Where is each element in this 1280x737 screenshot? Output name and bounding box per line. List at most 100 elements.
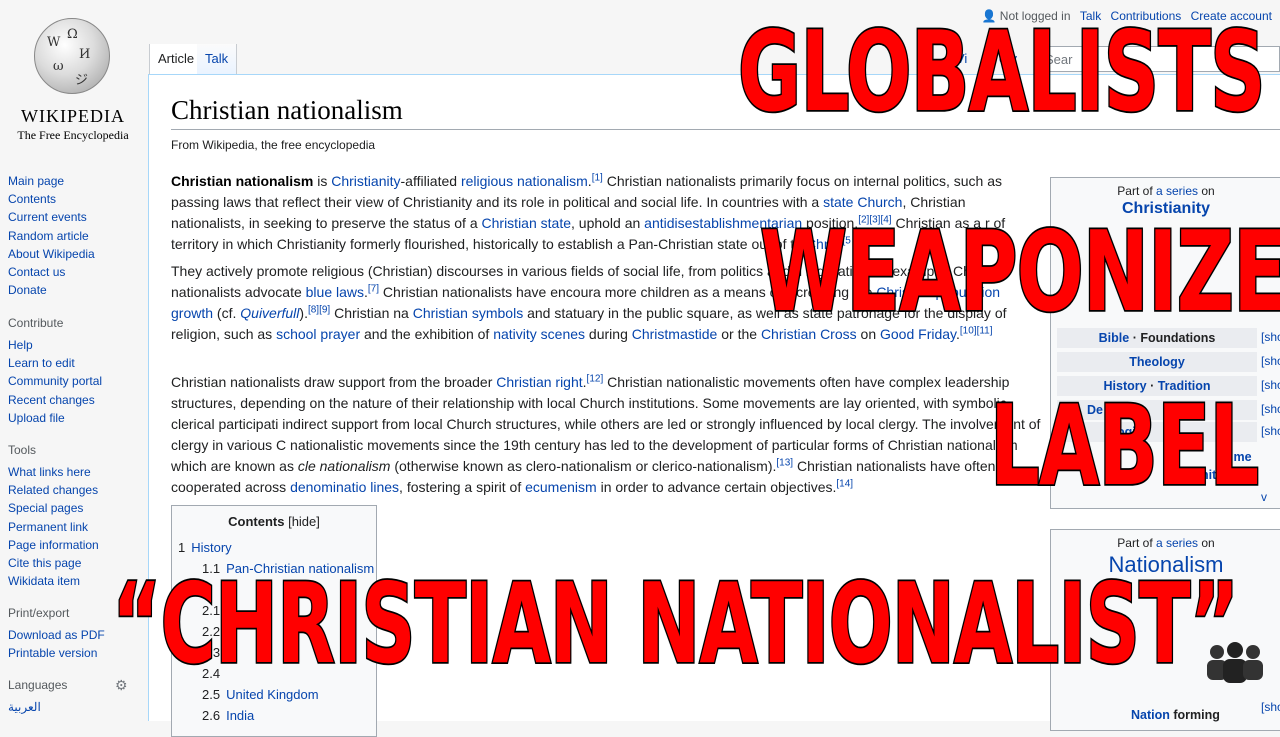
infobox-part-of: Part of a series on bbox=[1051, 536, 1280, 550]
page-title: Christian nationalism bbox=[171, 95, 403, 125]
site-sub: From Wikipedia, the free encyclopedia bbox=[171, 138, 376, 152]
wikipedia-tagline: The Free Encyclopedia bbox=[17, 128, 129, 142]
overlay-headline-line-2: WEAPONIZE bbox=[759, 208, 1280, 338]
toc-number: 2.6 bbox=[202, 708, 221, 723]
series-link[interactable]: a series bbox=[1156, 536, 1198, 550]
toc-label: United Kingdom bbox=[226, 687, 319, 702]
lead-bold: Christian nationalism bbox=[171, 173, 314, 189]
text: -affiliated bbox=[400, 173, 461, 189]
link-christmastide[interactable]: Christmastide bbox=[632, 326, 718, 342]
link-school-prayer[interactable]: school prayer bbox=[276, 326, 360, 342]
link-christianity[interactable]: Christianity bbox=[331, 173, 400, 189]
text: is bbox=[313, 173, 332, 189]
toc-hide-toggle[interactable]: [hide] bbox=[288, 514, 320, 529]
nav-recent-changes[interactable]: Recent changes bbox=[8, 391, 102, 409]
show-toggle[interactable]: [sho bbox=[1261, 402, 1280, 416]
nav-random-article[interactable]: Random article bbox=[8, 227, 95, 245]
link-christian-state[interactable]: Christian state bbox=[482, 215, 571, 231]
series-link[interactable]: a series bbox=[1156, 184, 1198, 198]
overlay-headline-line-4: “CHRISTIAN NATIONALIST” bbox=[111, 560, 1240, 690]
nav-help[interactable]: Help bbox=[8, 336, 102, 354]
view-template-link[interactable]: v bbox=[1261, 490, 1267, 504]
nav-main-page[interactable]: Main page bbox=[8, 172, 95, 190]
text: on bbox=[1198, 536, 1215, 550]
link-religious-nationalism[interactable]: religious nationalism bbox=[461, 173, 588, 189]
text: ). bbox=[299, 305, 308, 321]
nav-about-wikipedia[interactable]: About Wikipedia bbox=[8, 245, 95, 263]
text: and the exhibition of bbox=[360, 326, 494, 342]
tab-article[interactable]: Article bbox=[149, 44, 204, 74]
nav-cite-this-page[interactable]: Cite this page bbox=[8, 554, 99, 572]
citation[interactable]: [8][9] bbox=[308, 304, 330, 315]
wikipedia-wordmark: WIKIPEDIA bbox=[21, 106, 125, 126]
show-toggle[interactable]: [sho bbox=[1261, 424, 1280, 438]
nav-community-portal[interactable]: Community portal bbox=[8, 372, 102, 390]
link-symbols[interactable]: symbols bbox=[472, 305, 523, 321]
nav-upload-file[interactable]: Upload file bbox=[8, 409, 102, 427]
nav-permanent-link[interactable]: Permanent link bbox=[8, 518, 99, 536]
toc-number: 1 bbox=[178, 540, 186, 555]
italic-text: cle bbox=[297, 458, 316, 474]
link-christian[interactable]: Christian bbox=[413, 305, 468, 321]
text: Christian nationalists have encoura bbox=[379, 284, 601, 300]
infobox-row-theology[interactable]: Theology bbox=[1057, 352, 1257, 372]
toc-item[interactable]: 2.6 India bbox=[178, 705, 376, 726]
citation[interactable]: [12] bbox=[587, 373, 604, 384]
link-lines[interactable]: lines bbox=[370, 479, 399, 495]
tools-portal: Tools What links here Related changes Sp… bbox=[8, 443, 99, 590]
link-christian-right[interactable]: Christian right bbox=[496, 374, 582, 390]
nav-contact-us[interactable]: Contact us bbox=[8, 263, 95, 281]
text: (cf. bbox=[213, 305, 241, 321]
toc-title: Contents [hide] bbox=[172, 514, 376, 529]
text: on bbox=[1198, 184, 1215, 198]
languages-heading: Languages bbox=[8, 678, 68, 692]
contribute-portal: Contribute Help Learn to edit Community … bbox=[8, 316, 102, 427]
citation[interactable]: [13] bbox=[776, 457, 793, 468]
link-quiverfull[interactable]: Quiverfull bbox=[240, 305, 299, 321]
link-blue-laws[interactable]: blue laws bbox=[306, 284, 364, 300]
toc-number: 2.5 bbox=[202, 687, 221, 702]
puzzle-globe-icon: W Ω И ω ジ bbox=[34, 18, 110, 94]
text: Part of bbox=[1117, 536, 1156, 550]
text: (otherwise known as clero-nationalism or… bbox=[390, 458, 777, 474]
nav-related-changes[interactable]: Related changes bbox=[8, 481, 99, 499]
wikipedia-logo[interactable]: W Ω И ω ジ WIKIPEDIA The Free Encyclopedi… bbox=[14, 10, 134, 150]
print-portal: Print/export Download as PDF Printable v… bbox=[8, 606, 105, 662]
nav-special-pages[interactable]: Special pages bbox=[8, 499, 99, 517]
nav-donate[interactable]: Donate bbox=[8, 281, 95, 299]
contribute-heading: Contribute bbox=[8, 316, 64, 330]
text: or the bbox=[717, 326, 761, 342]
citation[interactable]: [14] bbox=[836, 478, 853, 489]
overlay-headline-line-3: LABEL bbox=[989, 382, 1261, 512]
text: during bbox=[585, 326, 632, 342]
tab-talk[interactable]: Talk bbox=[197, 44, 238, 74]
show-toggle[interactable]: [sho bbox=[1261, 354, 1280, 368]
nav-learn-to-edit[interactable]: Learn to edit bbox=[8, 354, 102, 372]
nav-language-arabic[interactable]: العربية bbox=[8, 698, 67, 716]
toc-label: History bbox=[191, 540, 232, 555]
link-ecumenism[interactable]: ecumenism bbox=[525, 479, 597, 495]
text: Christian nationalists draw support from… bbox=[171, 374, 497, 390]
infobox-part-of: Part of a series on bbox=[1051, 184, 1280, 198]
show-toggle[interactable]: [sho bbox=[1261, 700, 1280, 714]
text: , fostering a spirit of bbox=[399, 479, 526, 495]
nav-what-links-here[interactable]: What links here bbox=[8, 463, 99, 481]
text: , uphold an bbox=[571, 215, 645, 231]
languages-portal: Languages العربية bbox=[8, 678, 67, 716]
nav-printable-version[interactable]: Printable version bbox=[8, 644, 105, 662]
nav-wikidata-item[interactable]: Wikidata item bbox=[8, 572, 99, 590]
show-toggle[interactable]: [sho bbox=[1261, 378, 1280, 392]
nav-contents[interactable]: Contents bbox=[8, 190, 95, 208]
link-denominational[interactable]: denominatio bbox=[290, 479, 366, 495]
link-theology[interactable]: Theology bbox=[1129, 355, 1185, 369]
link-nativity-scenes[interactable]: nativity scenes bbox=[493, 326, 585, 342]
paragraph-3: Christian nationalists draw support from… bbox=[171, 373, 1041, 495]
citation[interactable]: [1] bbox=[592, 172, 603, 183]
nav-download-pdf[interactable]: Download as PDF bbox=[8, 626, 105, 644]
nav-page-information[interactable]: Page information bbox=[8, 536, 99, 554]
navigation-portal: Main page Contents Current events Random… bbox=[8, 172, 95, 299]
nav-current-events[interactable]: Current events bbox=[8, 208, 95, 226]
citation[interactable]: [7] bbox=[368, 283, 379, 294]
toc-item[interactable]: 1 History bbox=[178, 537, 376, 558]
italic-text: nationalism bbox=[319, 458, 391, 474]
